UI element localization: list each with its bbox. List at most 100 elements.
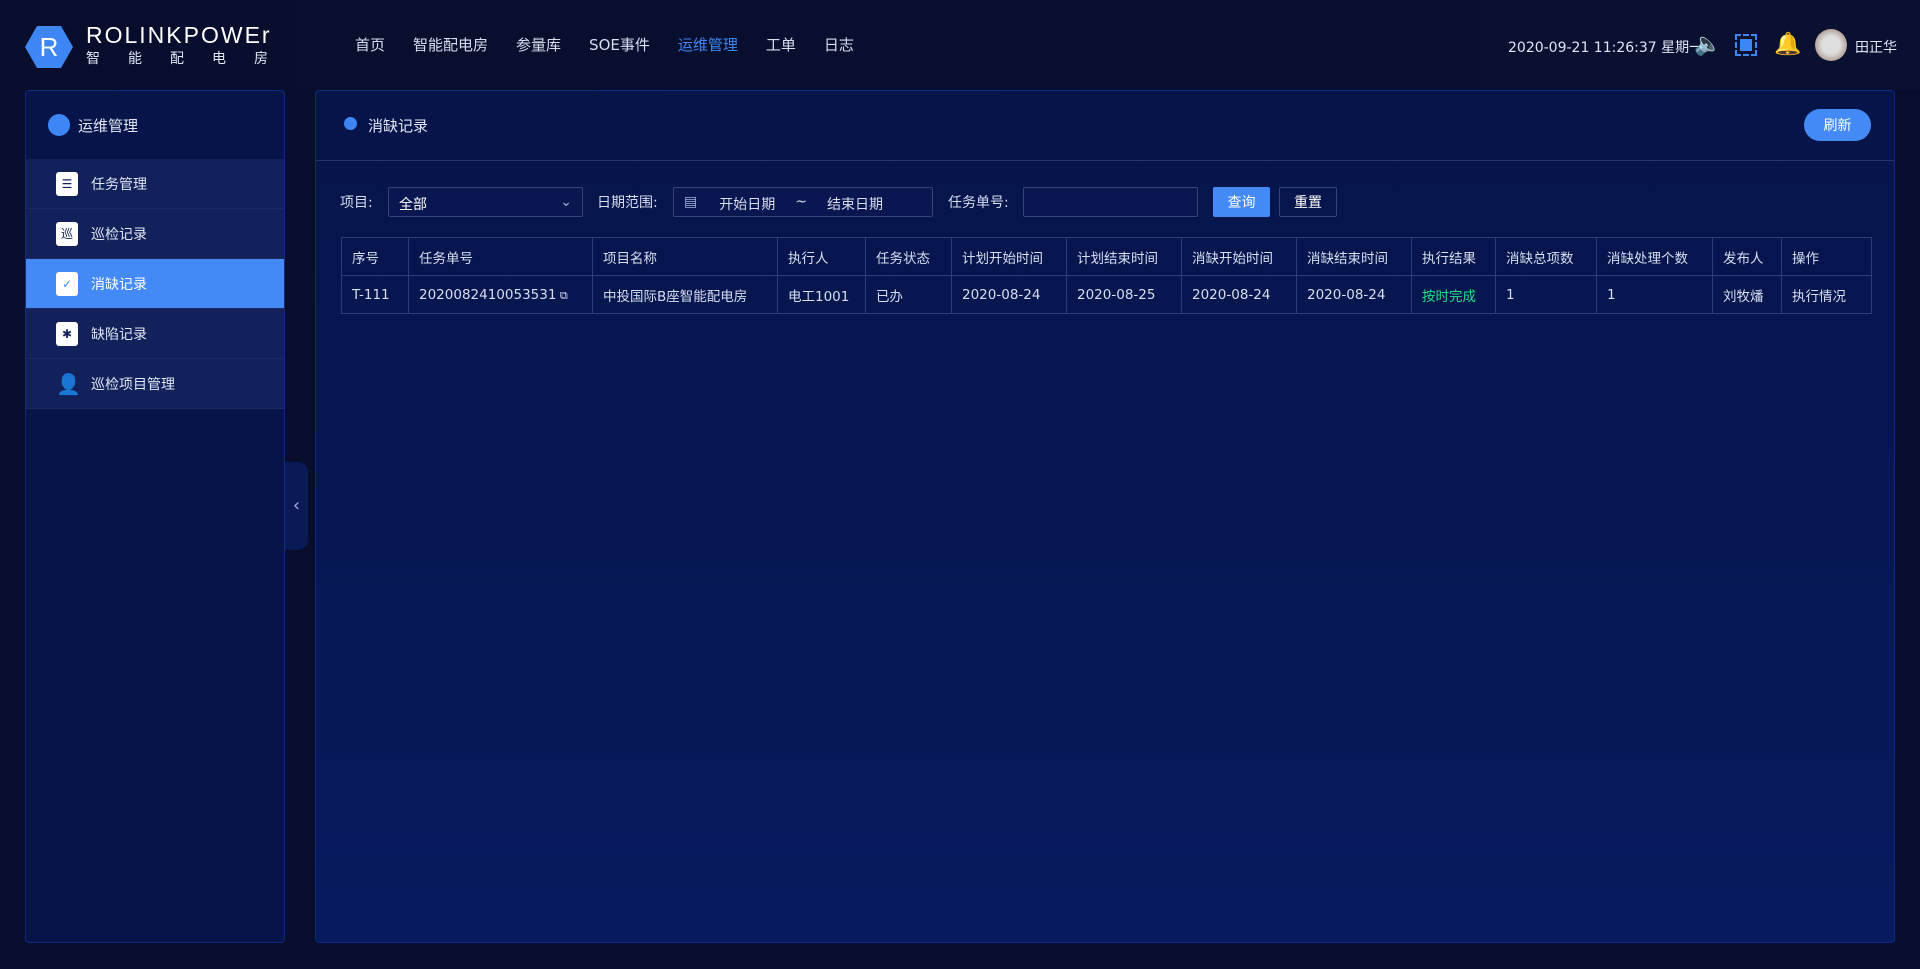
logo-icon: R <box>25 26 73 68</box>
records-table: 序号 任务单号 项目名称 执行人 任务状态 计划开始时间 计划结束时间 消缺开始时间 消缺结束时… <box>341 237 1872 314</box>
table-header-row: 序号 任务单号 项目名称 执行人 任务状态 计划开始时间 计划结束时间 消缺开始时间 消缺结束时… <box>341 237 1872 276</box>
fullscreen-icon[interactable] <box>1740 39 1752 51</box>
table-cell: 2020-08-24 <box>1181 275 1297 314</box>
date-separator: ~ <box>795 194 807 210</box>
column-header: 发布人 <box>1712 237 1782 276</box>
cell-text: 中投国际B座智能配电房 <box>603 288 748 305</box>
table-cell: 2020082410053531 ⧉ <box>408 275 593 314</box>
column-header: 计划结束时间 <box>1066 237 1182 276</box>
reset-button[interactable]: 重置 <box>1279 187 1337 217</box>
date-range-label: 日期范围: <box>597 195 658 211</box>
table-row[interactable]: T-111 2020082410053531 ⧉ 中投国际B座智能配电房 电工1001… <box>341 275 1872 314</box>
bug-icon: ✱ <box>56 321 78 346</box>
cell-text: 2020-08-24 <box>1307 286 1386 303</box>
sidebar-header: 运维管理 <box>26 91 284 159</box>
project-label: 项目: <box>340 195 373 211</box>
datetime: 2020-09-21 11:26:37 星期一 <box>1508 40 1704 56</box>
table-cell: T-111 <box>341 275 409 314</box>
table-cell: 刘牧燔 <box>1712 275 1782 314</box>
column-header: 消缺结束时间 <box>1296 237 1412 276</box>
username[interactable]: 田正华 <box>1855 37 1897 57</box>
query-button[interactable]: 查询 <box>1213 187 1270 217</box>
nav-smart-room[interactable]: 智能配电房 <box>413 34 488 55</box>
panel-header: 消缺记录 刷新 <box>316 91 1894 161</box>
table-cell: 2020-08-24 <box>1296 275 1412 314</box>
column-header: 消缺总项数 <box>1495 237 1597 276</box>
table-cell: 中投国际B座智能配电房 <box>592 275 778 314</box>
column-header: 序号 <box>341 237 409 276</box>
table-cell: 1 <box>1495 275 1597 314</box>
table-cell: 2020-08-25 <box>1066 275 1182 314</box>
nav-parameters[interactable]: 参量库 <box>516 34 561 55</box>
brand-name: ROLINKPOWEr <box>86 22 272 48</box>
cell-text: 已办 <box>876 288 903 305</box>
avatar[interactable] <box>1815 29 1847 61</box>
cell-text: 电工1001 <box>788 288 850 305</box>
column-header: 消缺处理个数 <box>1596 237 1713 276</box>
copy-icon[interactable]: ⧉ <box>556 289 568 302</box>
cell-text: 2020082410053531 <box>419 286 557 303</box>
cell-text: 按时完成 <box>1422 288 1476 305</box>
mute-icon[interactable]: 🔈 <box>1694 32 1721 58</box>
chevron-down-icon: ⌄ <box>560 194 572 210</box>
cell-text: 刘牧燔 <box>1723 288 1764 305</box>
project-select[interactable]: 全部 ⌄ <box>388 187 583 217</box>
top-bar: R ROLINKPOWEr 智能配电房 首页 智能配电房 参量库 SOE事件 运… <box>0 0 1920 90</box>
sidebar-item-inspection-project[interactable]: 👤 巡检项目管理 <box>26 359 284 409</box>
user-icon <box>48 114 70 136</box>
sidebar-item-elimination[interactable]: ✓ 消缺记录 <box>26 259 284 309</box>
task-list-icon: ☰ <box>56 171 78 196</box>
sidebar-title: 运维管理 <box>78 116 139 135</box>
table-cell: 已办 <box>865 275 952 314</box>
bell-icon[interactable]: 🔔 <box>1774 32 1801 58</box>
cell-text: 1 <box>1607 286 1616 303</box>
table-cell: 1 <box>1596 275 1713 314</box>
date-start[interactable]: 开始日期 <box>719 194 775 213</box>
sidebar-item-label: 缺陷记录 <box>91 326 147 343</box>
sidebar-item-defect[interactable]: ✱ 缺陷记录 <box>26 309 284 359</box>
nav-log[interactable]: 日志 <box>824 34 854 55</box>
sidebar-item-label: 巡检项目管理 <box>91 376 175 393</box>
project-select-value: 全部 <box>399 197 427 213</box>
column-header: 项目名称 <box>592 237 778 276</box>
calendar-icon: ▤ <box>684 194 698 210</box>
refresh-button[interactable]: 刷新 <box>1804 109 1871 141</box>
task-number-label: 任务单号: <box>948 195 1009 211</box>
column-header: 任务单号 <box>408 237 593 276</box>
table-cell: 按时完成 <box>1411 275 1496 314</box>
nav-home[interactable]: 首页 <box>355 34 385 55</box>
date-end[interactable]: 结束日期 <box>827 194 883 213</box>
collapse-sidebar-button[interactable]: ‹ <box>285 462 308 550</box>
main-nav: 首页 智能配电房 参量库 SOE事件 运维管理 工单 日志 <box>355 34 882 55</box>
clipboard-icon: 巡 <box>56 221 78 246</box>
action-link[interactable]: 执行情况 <box>1781 275 1872 314</box>
table-cell: 2020-08-24 <box>951 275 1067 314</box>
sidebar-item-label: 巡检记录 <box>91 226 147 243</box>
sidebar: 运维管理 ☰ 任务管理 巡巡检记录 ✓ 消缺记录 ✱ 缺陷记录 👤 巡检项目管理 <box>25 90 285 943</box>
brand-subtitle: 智能配电房 <box>86 51 296 67</box>
column-header: 消缺开始时间 <box>1181 237 1297 276</box>
cell-text: 执行情况 <box>1792 288 1846 305</box>
cell-text: T-111 <box>352 286 390 303</box>
cell-text: 2020-08-25 <box>1077 286 1156 303</box>
task-number-input[interactable] <box>1023 187 1198 217</box>
page-title: 消缺记录 <box>368 117 429 135</box>
column-header: 执行结果 <box>1411 237 1496 276</box>
sidebar-item-label: 任务管理 <box>91 176 147 193</box>
doc-check-icon: ✓ <box>56 271 78 296</box>
cell-text: 1 <box>1506 286 1515 303</box>
date-range-picker[interactable]: ▤ 开始日期 ~ 结束日期 <box>673 187 933 217</box>
title-icon <box>344 117 357 130</box>
column-header: 任务状态 <box>865 237 952 276</box>
nav-operations[interactable]: 运维管理 <box>678 34 738 55</box>
table-cell: 电工1001 <box>777 275 866 314</box>
sidebar-item-inspection[interactable]: 巡巡检记录 <box>26 209 284 259</box>
sidebar-item-task[interactable]: ☰ 任务管理 <box>26 159 284 209</box>
cell-text: 2020-08-24 <box>962 286 1041 303</box>
nav-workorder[interactable]: 工单 <box>766 34 796 55</box>
nav-soe[interactable]: SOE事件 <box>589 34 650 55</box>
column-header: 操作 <box>1781 237 1872 276</box>
column-header: 执行人 <box>777 237 866 276</box>
sidebar-item-label: 消缺记录 <box>91 276 147 293</box>
inspector-icon: 👤 <box>56 371 81 396</box>
